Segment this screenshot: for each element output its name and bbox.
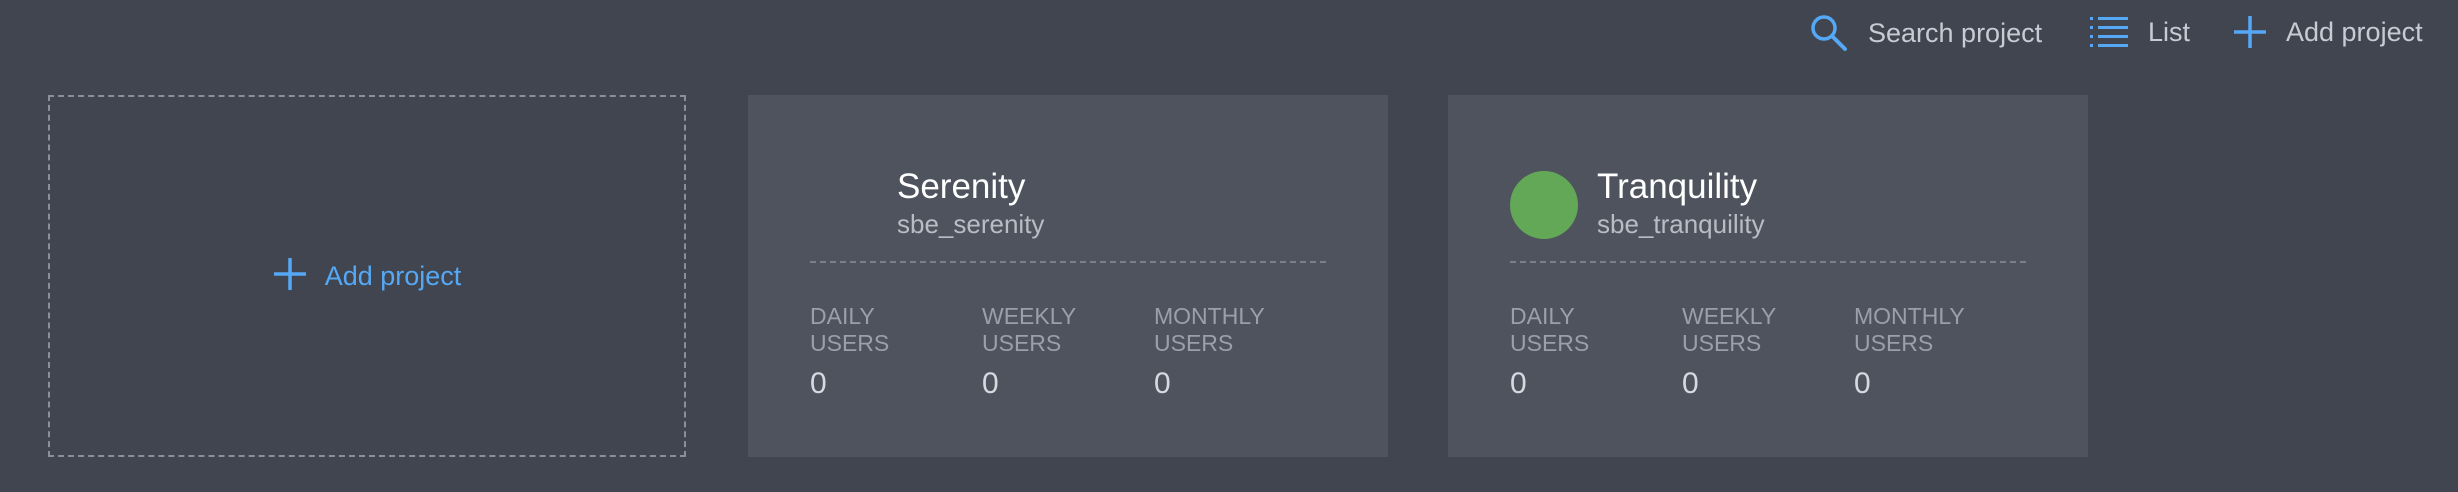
stat-value: 0 (810, 367, 827, 400)
search-project-label: Search project (1868, 17, 2043, 48)
stat-label-line1: WEEKLY (982, 303, 1077, 329)
stat-daily-users: DAILY USERS 0 (810, 303, 960, 401)
stat-label-line2: USERS (982, 330, 1062, 356)
project-card-serenity[interactable]: Serenity sbe_serenity DAILY USERS 0 WEEK… (748, 95, 1388, 457)
add-project-card[interactable]: Add project (48, 95, 686, 457)
add-project-card-label: Add project (324, 260, 462, 291)
list-icon (2090, 14, 2130, 50)
stat-label: DAILY USERS (1510, 303, 1660, 357)
stat-label-line2: USERS (1682, 330, 1762, 356)
stat-label-line1: MONTHLY (1854, 303, 1965, 329)
stat-label-line1: DAILY (1510, 303, 1575, 329)
stat-label: WEEKLY USERS (1682, 303, 1832, 357)
stat-label-line2: USERS (1510, 330, 1590, 356)
card-divider (1510, 261, 2026, 263)
stat-label-line2: USERS (1854, 330, 1934, 356)
add-project-toolbar-label: Add project (2286, 16, 2423, 47)
plus-icon (2232, 14, 2268, 50)
stat-label: MONTHLY USERS (1854, 303, 2004, 357)
list-view-button[interactable]: List (2090, 14, 2190, 50)
project-avatar (810, 171, 878, 239)
stat-value: 0 (1510, 367, 1527, 400)
project-avatar (1510, 171, 1578, 239)
project-id: sbe_serenity (897, 209, 1045, 239)
project-id: sbe_tranquility (1597, 209, 1765, 239)
stat-label-line2: USERS (810, 330, 890, 356)
project-card-tranquility[interactable]: Tranquility sbe_tranquility DAILY USERS … (1448, 95, 2088, 457)
stat-value: 0 (982, 367, 999, 400)
stat-value: 0 (1154, 367, 1171, 400)
stat-monthly-users: MONTHLY USERS 0 (1854, 303, 2004, 401)
add-project-toolbar-button[interactable]: Add project (2232, 14, 2423, 50)
search-project-button[interactable]: Search project (1808, 12, 2042, 54)
plus-icon (273, 257, 307, 296)
stat-label: DAILY USERS (810, 303, 960, 357)
project-name: Serenity (897, 167, 1026, 206)
stat-value: 0 (1682, 367, 1699, 400)
stat-label-line2: USERS (1154, 330, 1234, 356)
stat-label-line1: WEEKLY (1682, 303, 1777, 329)
stat-value: 0 (1854, 367, 1871, 400)
stat-label: MONTHLY USERS (1154, 303, 1304, 357)
list-view-label: List (2148, 16, 2191, 47)
stat-daily-users: DAILY USERS 0 (1510, 303, 1660, 401)
stat-weekly-users: WEEKLY USERS 0 (1682, 303, 1832, 401)
stat-label-line1: MONTHLY (1154, 303, 1265, 329)
stat-label: WEEKLY USERS (982, 303, 1132, 357)
card-divider (810, 261, 1326, 263)
search-icon (1808, 12, 1850, 54)
stat-weekly-users: WEEKLY USERS 0 (982, 303, 1132, 401)
stat-label-line1: DAILY (810, 303, 875, 329)
project-name: Tranquility (1597, 167, 1758, 206)
stat-monthly-users: MONTHLY USERS 0 (1154, 303, 1304, 401)
